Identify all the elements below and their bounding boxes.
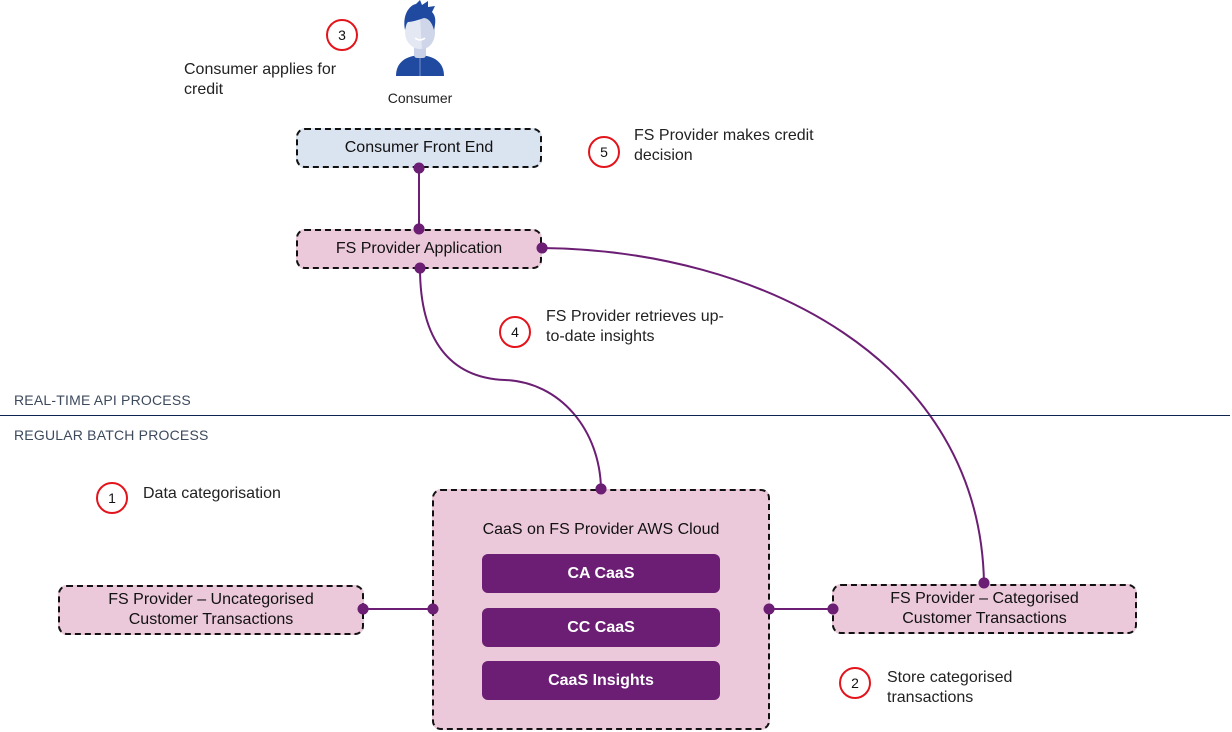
step-number: 1 [108,490,116,506]
service-label: CaaS Insights [548,671,654,689]
consumer-front-end-node[interactable]: Consumer Front End [296,128,542,168]
step-5-badge: 5 [588,136,620,168]
consumer-label: Consumer [387,90,453,106]
service-label: CA CaaS [567,564,635,582]
step-1-text: Data categorisation [143,485,281,502]
service-label: CC CaaS [567,618,635,636]
connector-application-to-caas [419,267,602,490]
step-3-text: Consumer applies for credit [184,61,337,98]
step-number: 5 [600,144,608,160]
node-label-line: Customer Transactions [128,611,294,628]
step-1-badge: 1 [96,482,128,514]
step-number: 3 [338,27,346,43]
uncategorised-transactions-node[interactable]: FS Provider – Uncategorised Customer Tra… [58,585,364,635]
step-4-text: FS Provider retrieves up- to-date insigh… [546,308,724,345]
batch-section-label: REGULAR BATCH PROCESS [14,427,209,443]
node-label: Consumer Front End [344,139,494,156]
step-5-text: FS Provider makes credit decision [634,127,814,164]
person-icon [396,0,444,76]
caas-cloud-title: CaaS on FS Provider AWS Cloud [482,521,720,538]
step-2-badge: 2 [839,667,871,699]
step-4-badge: 4 [499,316,531,348]
section-divider [0,415,1230,416]
caas-insights-service[interactable]: CaaS Insights [482,661,720,700]
step-3-badge: 3 [326,19,358,51]
cc-caas-service[interactable]: CC CaaS [482,608,720,647]
node-label: FS Provider Application [335,240,503,257]
step-number: 4 [511,324,519,340]
ca-caas-service[interactable]: CA CaaS [482,554,720,593]
categorised-transactions-node[interactable]: FS Provider – Categorised Customer Trans… [832,584,1137,634]
node-label-line: FS Provider – Categorised [890,590,1079,607]
node-label-line: FS Provider – Uncategorised [108,591,314,608]
fs-provider-application-node[interactable]: FS Provider Application [296,229,542,269]
step-2-text: Store categorised transactions [887,669,1013,706]
node-label-line: Customer Transactions [902,610,1067,627]
realtime-section-label: REAL-TIME API PROCESS [14,392,191,408]
consumer: Consumer [380,0,460,110]
step-number: 2 [851,675,859,691]
